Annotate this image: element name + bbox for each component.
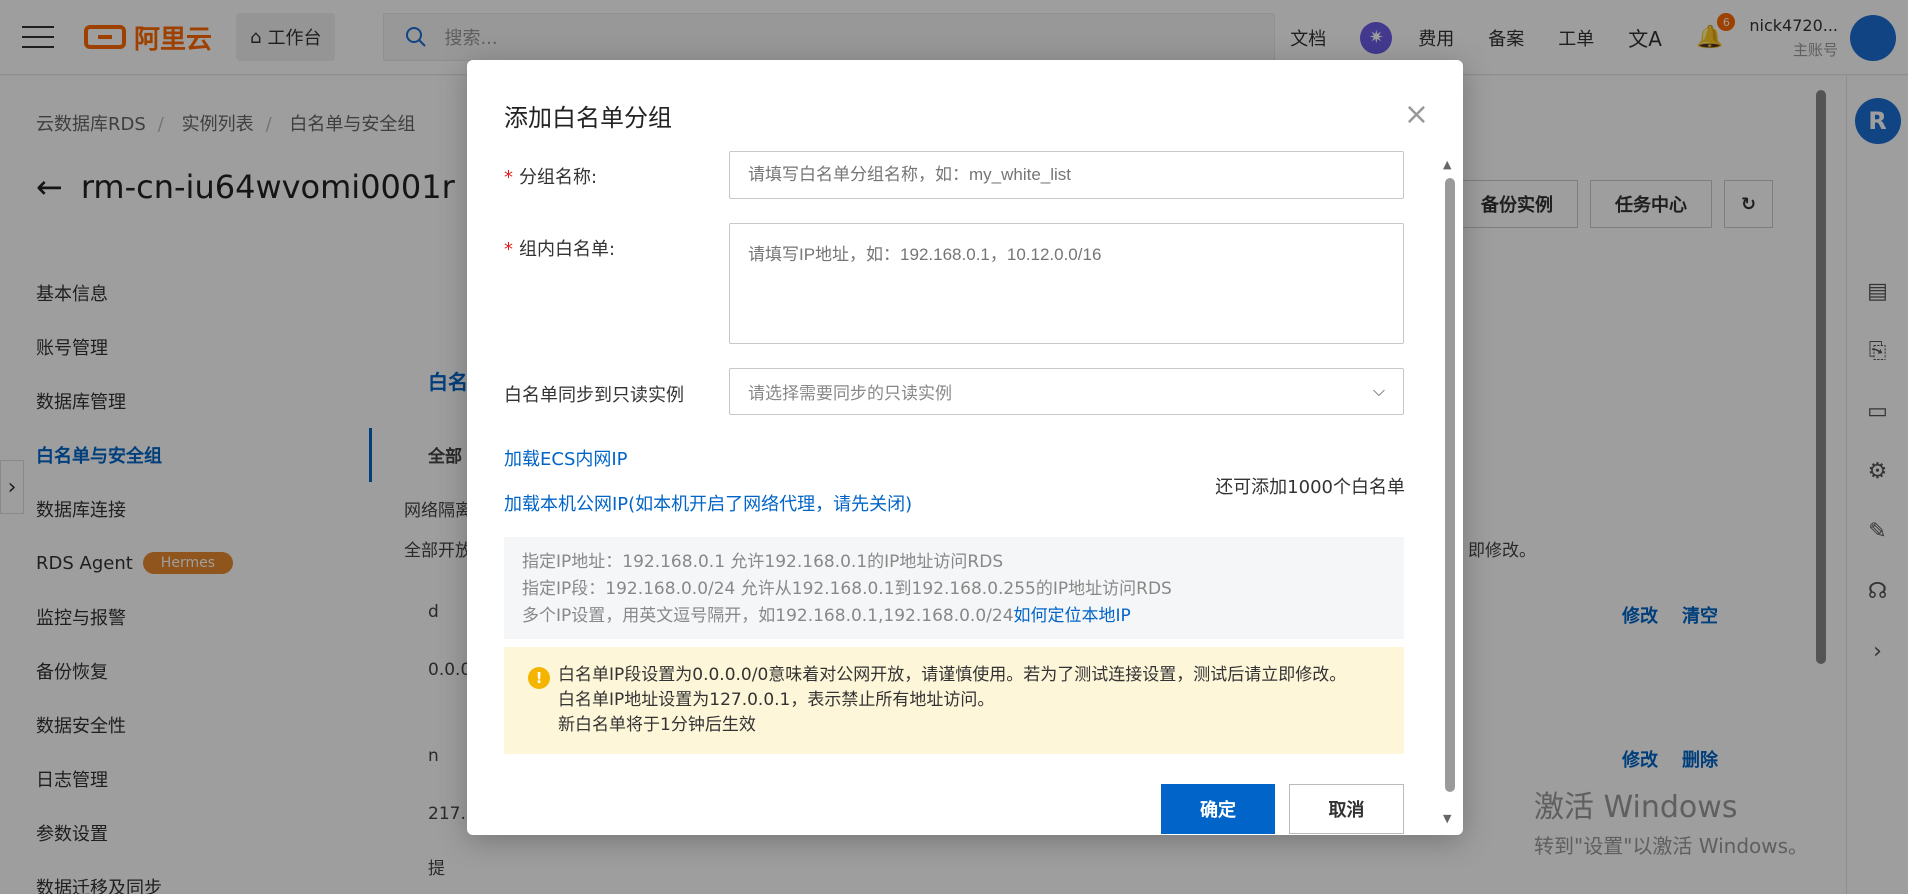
hint-line-3: 多个IP设置，用英文逗号隔开，如192.168.0.1,192.168.0.0/… <box>522 606 1131 626</box>
whitelist-textarea[interactable] <box>729 223 1404 344</box>
locate-local-ip-link[interactable]: 如何定位本地IP <box>1014 606 1131 626</box>
confirm-button[interactable]: 确定 <box>1161 784 1275 834</box>
sync-select-placeholder: 请选择需要同步的只读实例 <box>748 384 952 403</box>
group-name-label: * 分组名称: <box>504 167 598 188</box>
ip-hint-box: 指定IP地址：192.168.0.1 允许192.168.0.1的IP地址访问R… <box>504 537 1404 639</box>
whitelist-label: * 组内白名单: <box>504 239 616 260</box>
sync-instance-select[interactable]: 请选择需要同步的只读实例 ⌵ <box>729 368 1404 415</box>
warning-line-2: 白名单IP地址设置为127.0.0.1，表示禁止所有地址访问。 <box>558 690 995 710</box>
chevron-down-icon: ⌵ <box>1372 382 1385 400</box>
warning-icon: ! <box>528 667 550 689</box>
group-name-input[interactable] <box>729 151 1404 199</box>
scroll-up-icon[interactable]: ▲ <box>1443 158 1451 171</box>
hint-line-2: 指定IP段：192.168.0.0/24 允许从192.168.0.1到192.… <box>522 579 1172 599</box>
warning-box: ! 白名单IP段设置为0.0.0.0/0意味着对公网开放，请谨慎使用。若为了测试… <box>504 647 1404 754</box>
sync-label: 白名单同步到只读实例 <box>504 385 684 406</box>
remaining-count: 还可添加1000个白名单 <box>1215 477 1405 498</box>
dialog-scrollbar[interactable] <box>1445 178 1455 792</box>
add-whitelist-group-dialog: 添加白名单分组 × *分组名称: *组内白名单: 白名单同步到只读实例 请选择需… <box>467 60 1463 835</box>
cancel-button[interactable]: 取消 <box>1289 784 1404 834</box>
load-ecs-ip-link[interactable]: 加载ECS内网IP <box>504 445 628 471</box>
hint-line-1: 指定IP地址：192.168.0.1 允许192.168.0.1的IP地址访问R… <box>522 552 1004 572</box>
scroll-down-icon[interactable]: ▼ <box>1443 812 1451 825</box>
close-icon[interactable]: × <box>1404 100 1429 130</box>
warning-line-3: 新白名单将于1分钟后生效 <box>558 715 756 735</box>
load-public-ip-link[interactable]: 加载本机公网IP(如本机开启了网络代理，请先关闭) <box>504 490 912 516</box>
dialog-title: 添加白名单分组 <box>504 104 672 132</box>
warning-line-1: 白名单IP段设置为0.0.0.0/0意味着对公网开放，请谨慎使用。若为了测试连接… <box>558 665 1347 685</box>
